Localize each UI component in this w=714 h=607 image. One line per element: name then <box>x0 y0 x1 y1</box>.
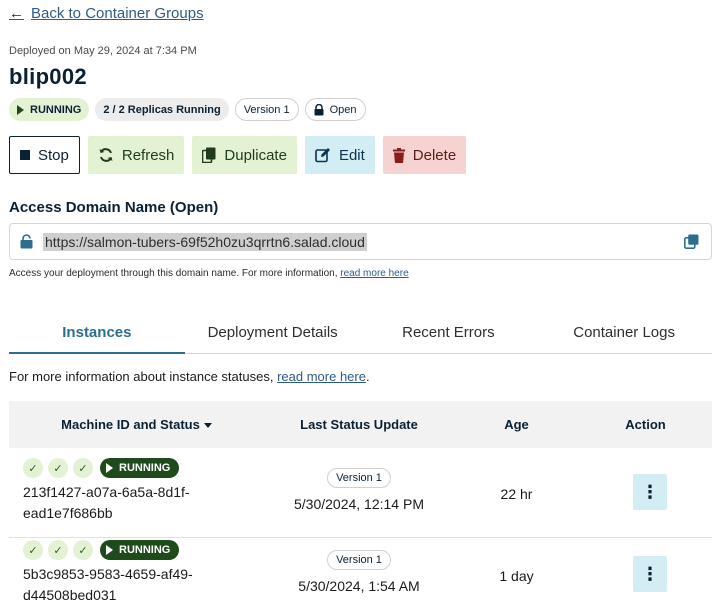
sort-caret-down-icon <box>203 423 212 429</box>
machine-id-line: 213f1427-a07a-6a5a-8d1f- <box>23 484 190 500</box>
lock-icon <box>314 103 324 115</box>
machine-id-line: d44508bed031 <box>23 587 117 603</box>
duplicate-icon <box>202 147 216 163</box>
delete-button[interactable]: Delete <box>382 136 467 174</box>
column-header-machine-id[interactable]: Machine ID and Status <box>9 417 264 432</box>
tab-bar: Instances Deployment Details Recent Erro… <box>9 318 712 354</box>
access-domain-note: Access your deployment through this doma… <box>9 268 409 279</box>
stop-button[interactable]: Stop <box>9 136 80 174</box>
edit-icon <box>315 148 330 163</box>
column-header-age: Age <box>504 417 529 432</box>
check-icon: ✓ <box>23 458 43 478</box>
back-to-container-groups-link[interactable]: ← Back to Container Groups <box>9 5 204 22</box>
instances-table: Machine ID and Status Last Status Update… <box>9 401 712 603</box>
table-row: ✓ ✓ ✓ RUNNING 5b3c9853-9583-4659-af49- d… <box>9 538 712 607</box>
edit-button[interactable]: Edit <box>304 136 375 174</box>
trash-icon <box>392 147 405 163</box>
check-icon: ✓ <box>48 540 68 560</box>
tab-deployment-details[interactable]: Deployment Details <box>185 318 361 353</box>
table-row: ✓ ✓ ✓ RUNNING 213f1427-a07a-6a5a-8d1f- e… <box>9 456 712 538</box>
check-icon: ✓ <box>48 458 68 478</box>
row-action-menu-button[interactable]: ⋮ <box>633 556 667 592</box>
deployed-timestamp: Deployed on May 29, 2024 at 7:34 PM <box>9 45 197 57</box>
running-status-pill: RUNNING <box>100 540 180 560</box>
last-status-update: Version 1 5/30/2024, 12:14 PM <box>264 468 454 512</box>
instance-status-info-text: For more information about instance stat… <box>9 369 278 384</box>
instance-status-read-more-link[interactable]: read more here <box>277 369 366 384</box>
access-domain-read-more-link[interactable]: read more here <box>340 268 408 279</box>
instances-table-header: Machine ID and Status Last Status Update… <box>9 401 712 448</box>
column-header-last-status-update: Last Status Update <box>300 417 418 432</box>
page-title: blip002 <box>9 64 87 89</box>
stop-button-label: Stop <box>38 146 69 164</box>
version-badge: Version 1 <box>234 98 299 121</box>
edit-button-label: Edit <box>338 146 365 164</box>
status-badges: RUNNING 2 / 2 Replicas Running Version 1… <box>9 98 366 121</box>
running-status-pill: RUNNING <box>100 458 180 478</box>
tab-recent-errors[interactable]: Recent Errors <box>361 318 537 353</box>
instance-status-info: For more information about instance stat… <box>9 369 370 384</box>
copy-icon[interactable] <box>684 234 699 249</box>
access-domain-url[interactable]: https://salmon-tubers-69f52h0zu3qrrtn6.s… <box>43 232 367 251</box>
machine-id: 5b3c9853-9583-4659-af49- d44508bed031 <box>23 564 253 606</box>
duplicate-button[interactable]: Duplicate <box>192 136 297 174</box>
refresh-button-label: Refresh <box>121 146 175 164</box>
version-pill: Version 1 <box>327 550 391 570</box>
back-link-label: Back to Container Groups <box>31 5 204 22</box>
play-icon <box>106 463 113 473</box>
play-icon <box>17 104 24 115</box>
access-domain-title: Access Domain Name (Open) <box>9 199 219 216</box>
tab-container-logs[interactable]: Container Logs <box>536 318 712 353</box>
column-header-machine-id-label: Machine ID and Status <box>61 417 200 432</box>
machine-id: 213f1427-a07a-6a5a-8d1f- ead1e7f686bb <box>23 482 253 524</box>
column-header-action: Action <box>625 417 666 432</box>
duplicate-button-label: Duplicate <box>224 146 287 164</box>
access-badge-label: Open <box>329 103 357 116</box>
last-status-update: Version 1 5/30/2024, 1:54 AM <box>264 550 454 594</box>
running-status-pill-label: RUNNING <box>119 544 171 556</box>
delete-button-label: Delete <box>412 146 457 164</box>
instance-age: 1 day <box>499 568 534 584</box>
access-badge: Open <box>304 98 366 121</box>
version-pill: Version 1 <box>327 468 391 488</box>
last-status-timestamp: 5/30/2024, 12:14 PM <box>294 496 424 512</box>
access-domain-note-text: Access your deployment through this doma… <box>9 268 341 279</box>
machine-id-line: 5b3c9853-9583-4659-af49- <box>23 566 193 582</box>
row-action-menu-button[interactable]: ⋮ <box>633 474 667 510</box>
instance-status-checks: ✓ ✓ ✓ RUNNING <box>23 540 180 560</box>
instance-status-info-suffix: . <box>365 369 370 384</box>
check-icon: ✓ <box>73 540 93 560</box>
check-icon: ✓ <box>73 458 93 478</box>
replicas-badge: 2 / 2 Replicas Running <box>95 98 229 121</box>
kebab-menu-icon: ⋮ <box>641 481 659 502</box>
instance-age: 22 hr <box>500 486 533 502</box>
tab-instances[interactable]: Instances <box>9 318 185 354</box>
arrow-left-icon: ← <box>9 5 24 22</box>
running-status-pill-label: RUNNING <box>119 462 171 474</box>
action-toolbar: Stop Refresh Duplicate Edit Delete <box>9 136 467 174</box>
running-status-label: RUNNING <box>30 103 82 116</box>
check-icon: ✓ <box>23 540 43 560</box>
instance-status-checks: ✓ ✓ ✓ RUNNING <box>23 458 180 478</box>
refresh-icon <box>99 148 113 162</box>
play-icon <box>106 545 113 555</box>
access-domain-field[interactable]: https://salmon-tubers-69f52h0zu3qrrtn6.s… <box>9 223 712 260</box>
last-status-timestamp: 5/30/2024, 1:54 AM <box>298 578 420 594</box>
machine-id-line: ead1e7f686bb <box>23 505 113 521</box>
stop-square-icon <box>20 150 30 160</box>
kebab-menu-icon: ⋮ <box>641 563 659 584</box>
lock-icon <box>20 234 33 249</box>
running-status-badge: RUNNING <box>9 98 90 121</box>
refresh-button[interactable]: Refresh <box>87 136 185 174</box>
